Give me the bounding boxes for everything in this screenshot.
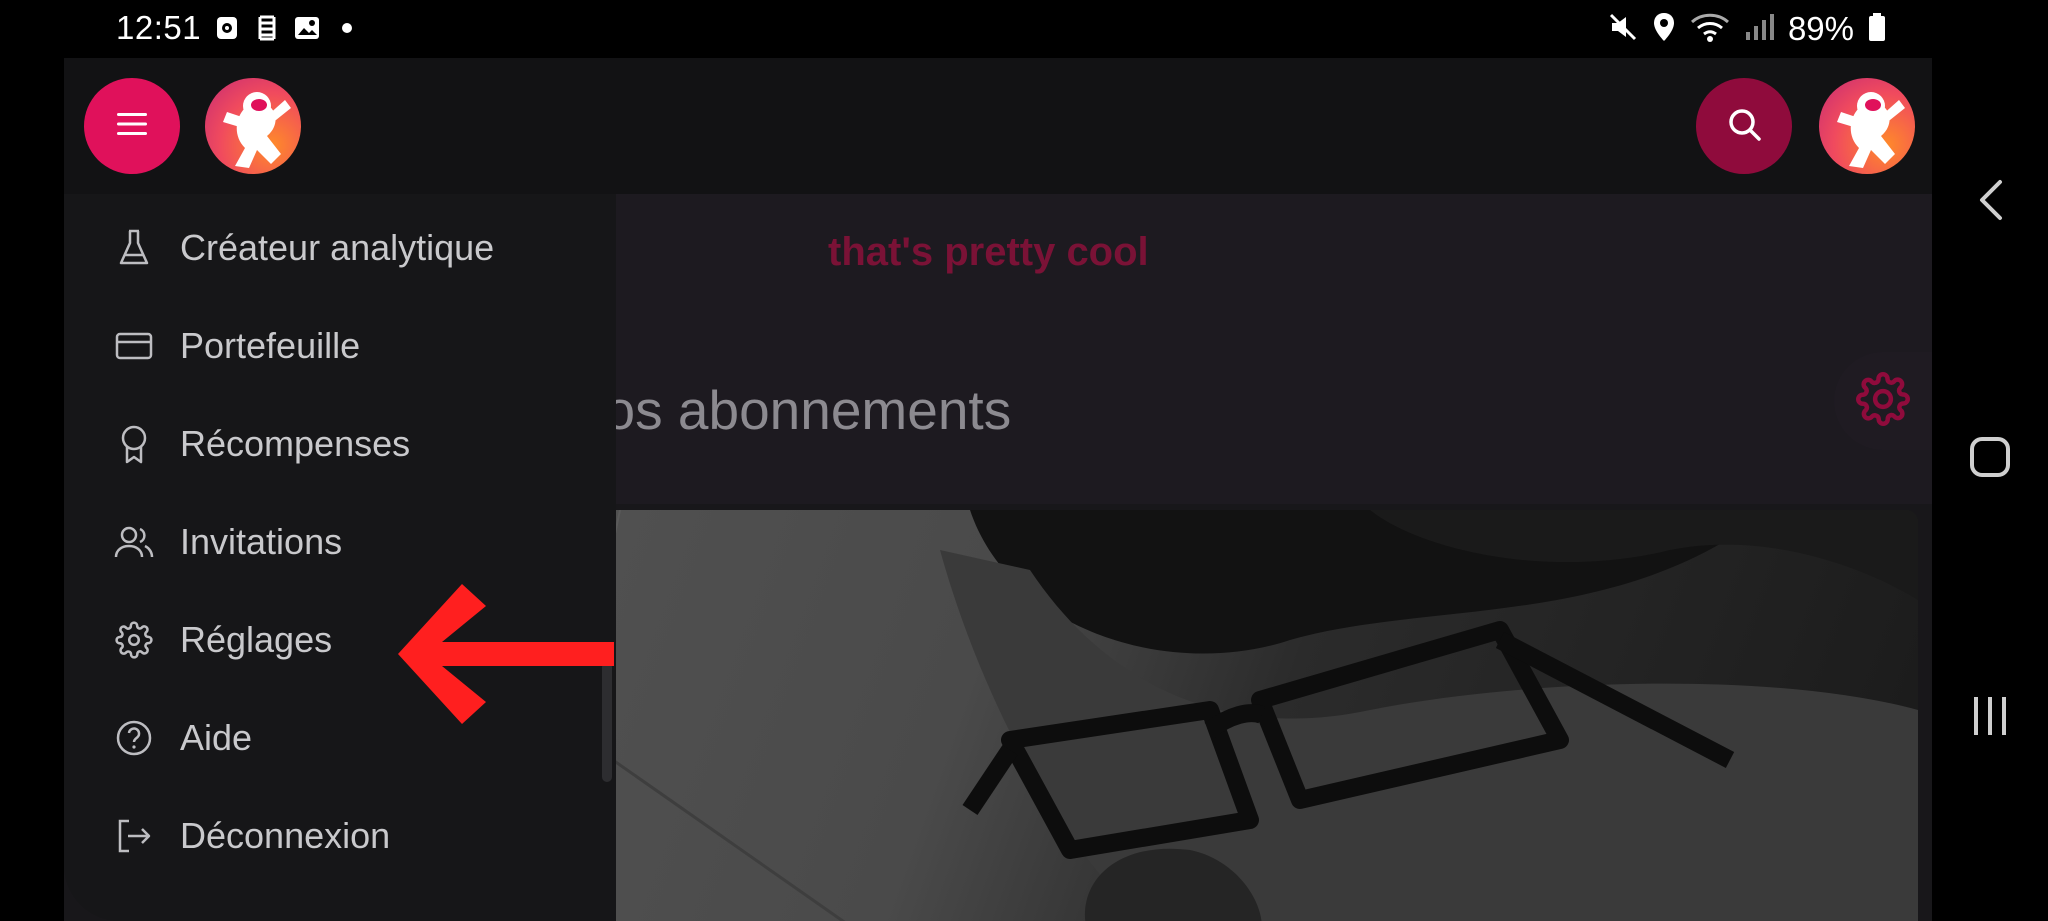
logout-icon	[114, 816, 154, 856]
dot-icon	[342, 23, 352, 33]
back-button[interactable]	[1956, 168, 2024, 236]
media-icon	[214, 14, 240, 42]
menu-item-invitations[interactable]: Invitations	[64, 493, 616, 591]
help-icon	[114, 718, 154, 758]
menu-label-settings: Réglages	[180, 619, 333, 660]
menu-item-creator-analytics[interactable]: Créateur analytique	[64, 199, 616, 297]
back-icon	[1976, 178, 2004, 227]
users-icon	[114, 522, 154, 562]
search-icon	[1726, 106, 1762, 147]
astronaut-logo[interactable]	[205, 78, 301, 174]
app-header	[64, 58, 1932, 194]
search-button[interactable]	[1696, 78, 1792, 174]
user-avatar[interactable]	[1819, 78, 1915, 174]
menu-label-help: Aide	[180, 717, 253, 758]
image-icon	[294, 14, 320, 42]
banner-text: that's pretty cool	[828, 230, 1149, 274]
status-left-icons	[214, 14, 352, 42]
signal-icon	[1744, 12, 1774, 47]
home-icon	[1969, 436, 2011, 483]
post-image[interactable]	[470, 510, 1918, 921]
hamburger-icon	[116, 111, 148, 142]
recents-button[interactable]	[1956, 684, 2024, 752]
badge-icon	[114, 424, 154, 464]
menu-item-rewards[interactable]: Récompenses	[64, 395, 616, 493]
menu-label-wallet: Portefeuille	[180, 325, 361, 366]
status-time: 12:51	[116, 9, 202, 46]
annotation-arrow	[392, 580, 618, 733]
menu-label-invitations: Invitations	[180, 521, 343, 562]
status-bar: 12:51 89%	[0, 0, 2048, 58]
system-nav-bar	[1932, 58, 2048, 921]
menu-label-rewards: Récompenses	[180, 423, 411, 464]
side-drawer: Créateur analytique Portefeuille Récompe…	[64, 194, 616, 921]
recents-icon	[1970, 695, 2010, 742]
battery-icon	[1868, 12, 1886, 47]
wifi-icon	[1690, 12, 1730, 47]
menu-item-logout[interactable]: Déconnexion	[64, 787, 616, 885]
home-button[interactable]	[1956, 425, 2024, 493]
location-icon	[1652, 12, 1676, 47]
menu-label-logout: Déconnexion	[180, 815, 391, 856]
card-icon	[114, 326, 154, 366]
gear-icon	[1856, 371, 1910, 431]
battery-percent: 89%	[1787, 10, 1854, 47]
menu-label-creator-analytics: Créateur analytique	[180, 227, 495, 268]
flask-icon	[114, 228, 154, 268]
gear-icon	[114, 620, 154, 660]
settings-button[interactable]	[1834, 352, 1932, 450]
mute-icon	[1608, 12, 1638, 47]
status-right-icons: 89%	[1608, 10, 1886, 48]
sim-icon	[254, 14, 280, 42]
app-window: that's pretty cool t de vos abonnements	[64, 58, 1932, 921]
menu-item-wallet[interactable]: Portefeuille	[64, 297, 616, 395]
menu-button[interactable]	[84, 78, 180, 174]
